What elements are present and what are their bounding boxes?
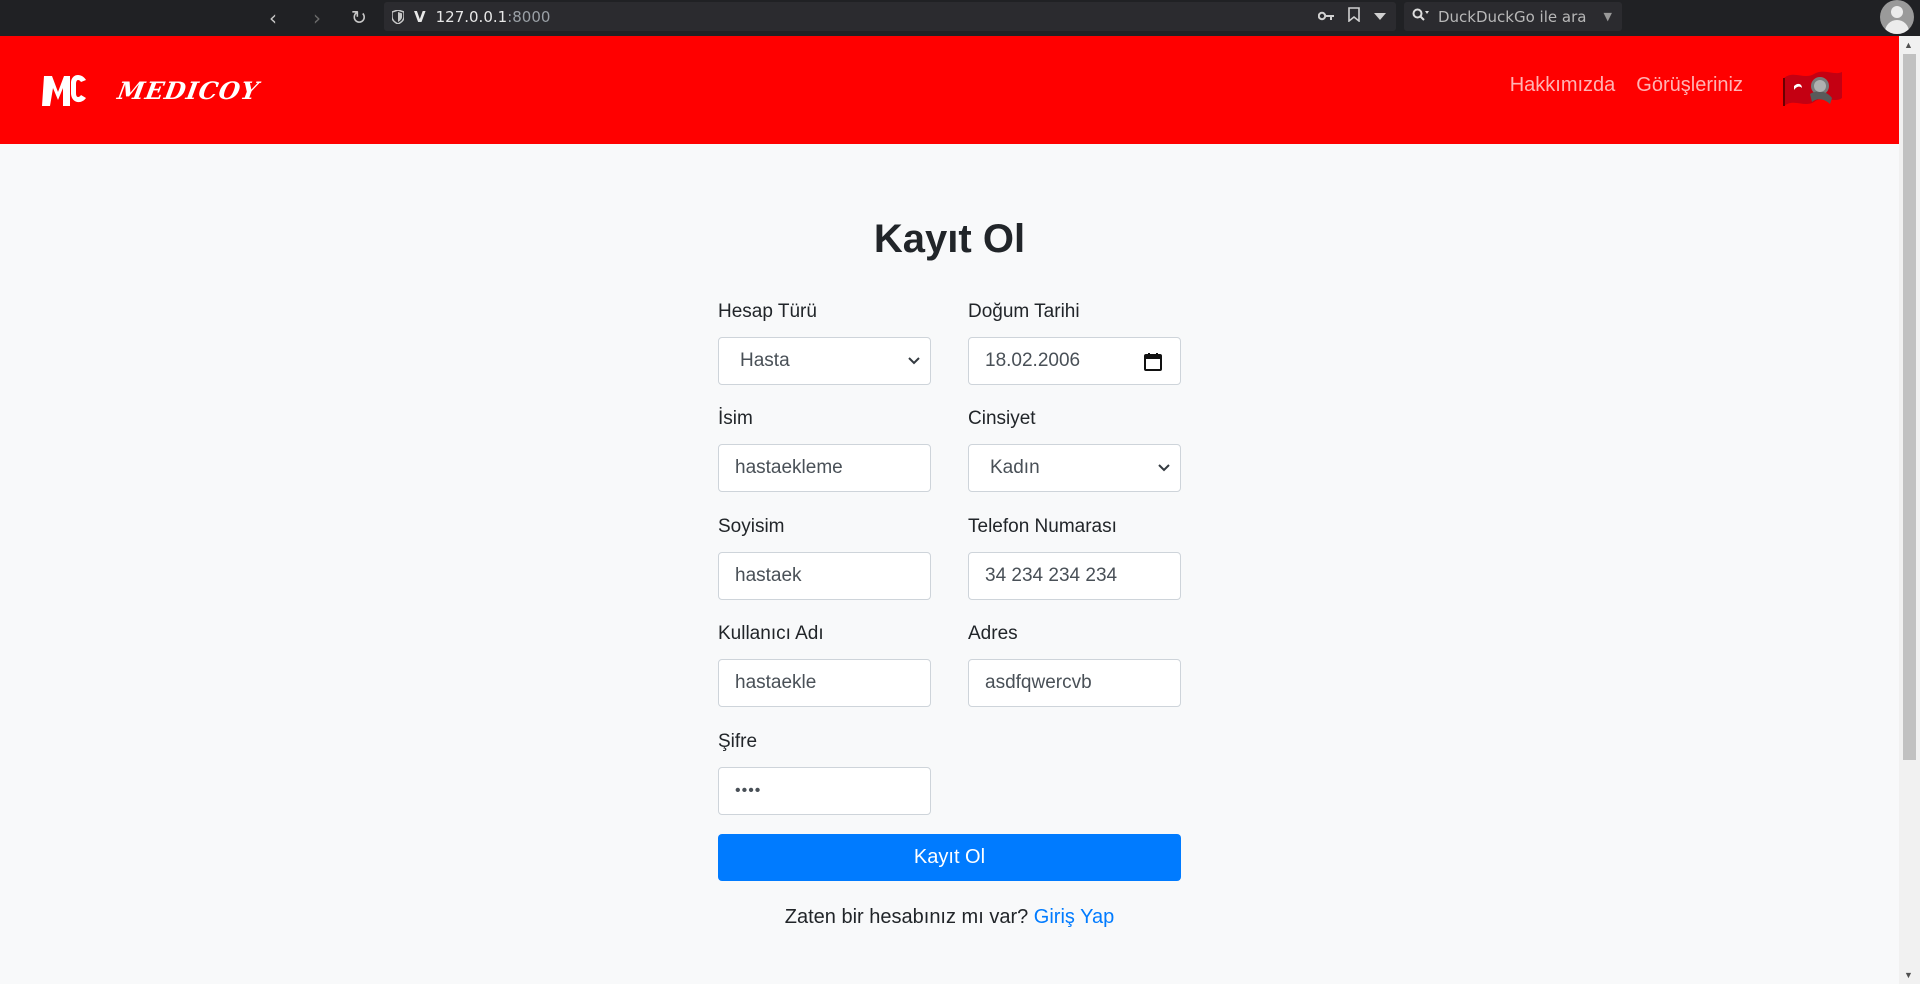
main-nav: Hakkımızda Görüşleriniz [1510, 74, 1743, 97]
account-type-label: Hesap Türü [718, 301, 817, 322]
forward-icon[interactable]: › [303, 4, 331, 32]
account-type-value: Hasta [740, 350, 790, 371]
url-port: :8000 [507, 7, 551, 26]
username-value: hastaekle [735, 672, 817, 693]
phone-label: Telefon Numarası [968, 516, 1117, 537]
gender-value: Kadın [990, 457, 1040, 478]
chevron-down-icon [1158, 464, 1170, 472]
shield-icon[interactable] [390, 8, 406, 26]
site-favicon-icon: V [414, 7, 426, 26]
page-title: Kayıt Ol [873, 217, 1026, 261]
site-header: MEDICOY Hakkımızda Görüşleriniz [0, 36, 1899, 144]
address-input[interactable]: asdfqwercvb [968, 659, 1181, 707]
address-value: asdfqwercvb [985, 672, 1092, 693]
bookmark-icon[interactable] [1348, 7, 1360, 26]
chevron-down-icon [908, 357, 920, 365]
url-host: 127.0.0.1 [435, 7, 508, 26]
account-type-select[interactable]: Hasta [718, 337, 931, 385]
reload-icon[interactable]: ↻ [345, 4, 373, 32]
browser-toolbar: ‹ › ↻ V 127.0.0.1:8000 DuckDuckGo ile ar… [0, 0, 1920, 36]
url-text: 127.0.0.1:8000 [436, 8, 551, 26]
login-prompt-line: Zaten bir hesabınız mı var? Giriş Yap [0, 906, 1899, 929]
password-label: Şifre [718, 731, 758, 752]
last-name-label: Soyisim [718, 516, 785, 537]
login-link[interactable]: Giriş Yap [1034, 906, 1114, 928]
scroll-down-icon[interactable]: ▼ [1904, 970, 1913, 980]
search-dropdown-icon[interactable]: ▼ [1604, 10, 1612, 23]
search-input[interactable]: DuckDuckGo ile ara ▼ [1404, 2, 1622, 31]
flag-icon [1780, 64, 1846, 114]
last-name-input[interactable]: hastaek [718, 552, 931, 600]
password-value: •••• [735, 782, 762, 799]
back-icon[interactable]: ‹ [259, 4, 287, 32]
birth-date-input[interactable]: 18.02.2006 [968, 337, 1181, 385]
gender-label: Cinsiyet [968, 408, 1036, 429]
page-scrollbar[interactable]: ▲ ▼ [1899, 36, 1920, 984]
username-label: Kullanıcı Adı [718, 623, 824, 644]
birth-date-value: 18.02.2006 [985, 350, 1081, 371]
birth-date-label: Doğum Tarihi [968, 301, 1080, 322]
first-name-label: İsim [718, 408, 753, 429]
nav-link-gorusleriniz[interactable]: Görüşleriniz [1636, 74, 1743, 97]
dropdown-arrow-icon[interactable] [1374, 9, 1386, 25]
nav-link-hakkimizda[interactable]: Hakkımızda [1510, 74, 1616, 97]
mc-logo-icon[interactable] [40, 70, 88, 110]
username-input[interactable]: hastaekle [718, 659, 931, 707]
gender-select[interactable]: Kadın [968, 444, 1181, 492]
phone-value: 34 234 234 234 [985, 565, 1118, 586]
address-bar[interactable]: V 127.0.0.1:8000 [384, 2, 1396, 31]
last-name-value: hastaek [735, 565, 802, 586]
phone-input[interactable]: 34 234 234 234 [968, 552, 1181, 600]
brand-name[interactable]: MEDICOY [115, 76, 261, 105]
scroll-thumb[interactable] [1903, 54, 1916, 760]
scroll-up-icon[interactable]: ▲ [1904, 40, 1913, 50]
profile-avatar-icon[interactable] [1880, 0, 1914, 34]
login-prompt: Zaten bir hesabınız mı var? [784, 906, 1029, 928]
calendar-icon[interactable] [1143, 352, 1163, 372]
register-button[interactable]: Kayıt Ol [718, 834, 1181, 881]
key-icon[interactable] [1317, 9, 1334, 25]
first-name-value: hastaekleme [735, 457, 843, 478]
password-input[interactable]: •••• [718, 767, 931, 815]
search-icon [1412, 8, 1430, 26]
first-name-input[interactable]: hastaekleme [718, 444, 931, 492]
search-placeholder: DuckDuckGo ile ara [1438, 7, 1587, 26]
address-label: Adres [968, 623, 1018, 644]
